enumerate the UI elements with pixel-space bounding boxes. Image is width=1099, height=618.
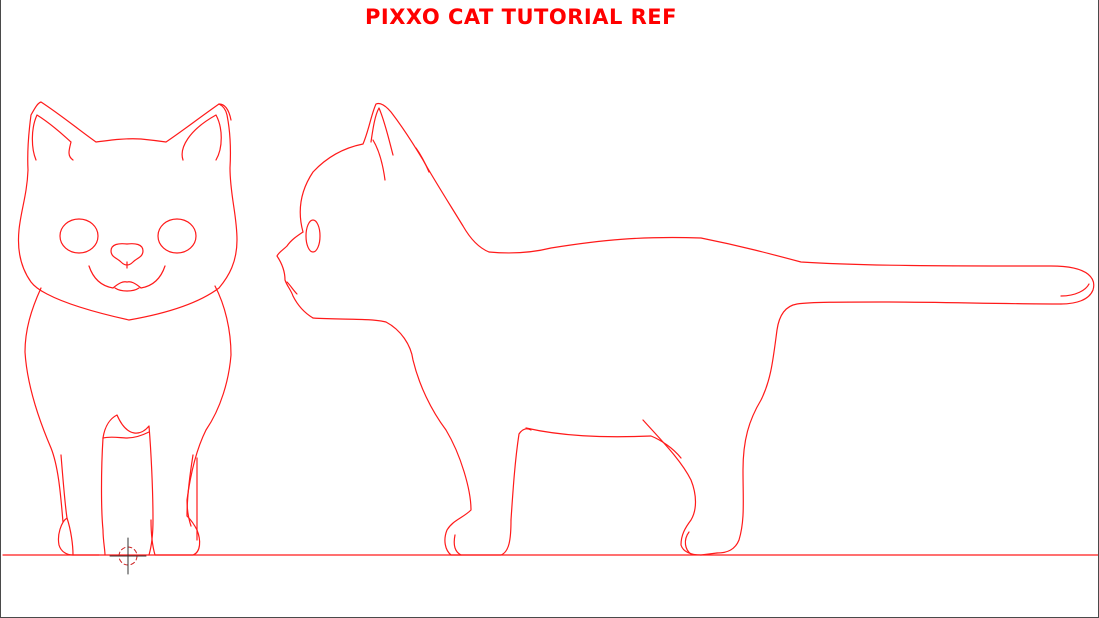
- front-body: [24, 287, 64, 523]
- side-tail-inner: [1060, 283, 1090, 297]
- front-left-inner-leg: [102, 414, 154, 556]
- front-left-ear-inner: [31, 114, 74, 161]
- side-tail-underside: [716, 301, 1062, 554]
- side-back: [488, 236, 1095, 305]
- reference-drawing: [2, 101, 1098, 575]
- front-mouth-lower: [114, 287, 140, 292]
- front-body-right: [186, 285, 232, 527]
- side-hind-leg: [642, 419, 718, 556]
- cat-side-view: [276, 102, 1095, 556]
- front-left-eye: [59, 218, 99, 254]
- front-right-inner-leg-line: [186, 454, 194, 517]
- cat-front-view: [17, 101, 238, 556]
- side-hind-paw: [684, 531, 692, 555]
- side-ear-front: [372, 139, 386, 181]
- front-right-inner-leg: [150, 515, 201, 556]
- side-belly: [525, 427, 682, 459]
- front-head-outline: [17, 101, 238, 321]
- side-head-top: [299, 102, 490, 253]
- side-front-paw: [453, 534, 462, 556]
- front-left-inner-leg-line: [100, 437, 106, 556]
- front-mouth: [88, 265, 166, 289]
- front-left-outer-leg: [57, 454, 100, 556]
- reference-viewport[interactable]: PIXXO CAT TUTORIAL REF: [0, 0, 1099, 618]
- front-left-paw-line: [66, 517, 74, 556]
- side-chest: [312, 317, 512, 556]
- side-front-leg-inner: [510, 428, 532, 521]
- side-eye: [305, 219, 321, 253]
- front-chest-v: [102, 431, 150, 439]
- side-ear-inner: [370, 107, 394, 156]
- 3d-cursor-icon[interactable]: [109, 537, 147, 575]
- front-right-eye: [157, 218, 197, 254]
- front-right-ear-inner: [181, 114, 222, 161]
- front-right-ear-outer: [218, 103, 232, 121]
